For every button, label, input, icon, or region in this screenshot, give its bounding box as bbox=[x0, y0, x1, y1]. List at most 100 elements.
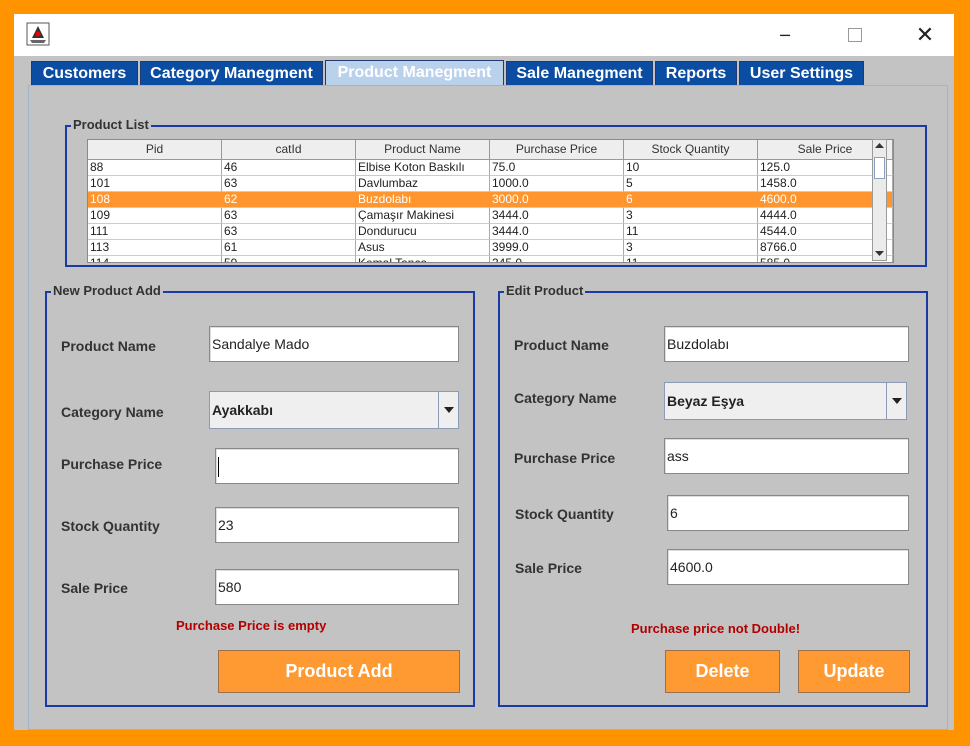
minimize-icon: ─ bbox=[780, 25, 790, 45]
table-row[interactable]: 111 63 Dondurucu 3444.0 11 4544.0 bbox=[88, 224, 893, 240]
chevron-down-icon[interactable] bbox=[438, 392, 458, 428]
edit-stock-quantity-input[interactable]: 6 bbox=[667, 495, 909, 531]
table-header: Pid catId Product Name Purchase Price St… bbox=[88, 140, 893, 160]
product-list-title: Product List bbox=[71, 117, 151, 133]
tab-user-settings[interactable]: User Settings bbox=[739, 61, 864, 85]
cell-pid[interactable]: 114 bbox=[88, 256, 222, 262]
new-product-add-title: New Product Add bbox=[51, 283, 163, 299]
cell-purchase-price[interactable]: 3444.0 bbox=[490, 208, 624, 224]
scroll-down-icon[interactable] bbox=[875, 250, 884, 258]
cell-purchase-price[interactable]: 1000.0 bbox=[490, 176, 624, 192]
cell-pid[interactable]: 111 bbox=[88, 224, 222, 240]
edit-category-select[interactable]: Beyaz Eşya bbox=[664, 382, 907, 420]
cell-product-name[interactable]: Davlumbaz bbox=[356, 176, 490, 192]
column-header-pid[interactable]: Pid bbox=[88, 140, 222, 159]
product-add-button[interactable]: Product Add bbox=[218, 650, 460, 693]
java-duke-icon bbox=[26, 22, 50, 46]
cell-stock-quantity[interactable]: 3 bbox=[624, 240, 758, 256]
title-bar[interactable]: ─ ✕ bbox=[14, 14, 954, 56]
edit-product-name-input[interactable]: Buzdolabı bbox=[664, 326, 909, 362]
edit-purchase-price-input[interactable]: ass bbox=[664, 438, 909, 474]
edit-sale-price-label: Sale Price bbox=[515, 560, 582, 576]
cell-product-name[interactable]: Dondurucu bbox=[356, 224, 490, 240]
cell-catid[interactable]: 63 bbox=[222, 176, 356, 192]
main-content: Customers Category Manegment Product Man… bbox=[14, 56, 954, 730]
chevron-down-icon[interactable] bbox=[886, 383, 906, 419]
cell-product-name[interactable]: Asus bbox=[356, 240, 490, 256]
new-stock-quantity-input[interactable]: 23 bbox=[215, 507, 459, 543]
column-header-purchase-price[interactable]: Purchase Price bbox=[490, 140, 624, 159]
edit-sale-price-input[interactable]: 4600.0 bbox=[667, 549, 909, 585]
cell-catid[interactable]: 46 bbox=[222, 160, 356, 176]
tab-customers[interactable]: Customers bbox=[31, 61, 138, 85]
new-purchase-price-input[interactable] bbox=[215, 448, 459, 484]
table-row[interactable]: 114 59 Kemal Tanca 345.0 11 585.0 bbox=[88, 256, 893, 262]
table-row[interactable]: 88 46 Elbise Koton Baskılı 75.0 10 125.0 bbox=[88, 160, 893, 176]
cell-stock-quantity[interactable]: 5 bbox=[624, 176, 758, 192]
maximize-button[interactable] bbox=[832, 14, 878, 56]
table-row[interactable]: 109 63 Çamaşır Makinesi 3444.0 3 4444.0 bbox=[88, 208, 893, 224]
cell-stock-quantity[interactable]: 10 bbox=[624, 160, 758, 176]
column-header-catid[interactable]: catId bbox=[222, 140, 356, 159]
minimize-button[interactable]: ─ bbox=[762, 14, 808, 56]
maximize-icon bbox=[848, 28, 862, 42]
edit-product-group: Edit Product Product Name Buzdolabı Cate… bbox=[498, 283, 928, 707]
cell-product-name[interactable]: Çamaşır Makinesi bbox=[356, 208, 490, 224]
cell-stock-quantity[interactable]: 3 bbox=[624, 208, 758, 224]
product-table[interactable]: Pid catId Product Name Purchase Price St… bbox=[87, 139, 894, 263]
new-category-name-label: Category Name bbox=[61, 404, 164, 420]
cell-product-name[interactable]: Buzdolabı bbox=[356, 192, 490, 208]
column-header-stock-quantity[interactable]: Stock Quantity bbox=[624, 140, 758, 159]
cell-pid[interactable]: 109 bbox=[88, 208, 222, 224]
cell-stock-quantity[interactable]: 11 bbox=[624, 256, 758, 262]
cell-product-name[interactable]: Kemal Tanca bbox=[356, 256, 490, 262]
column-header-product-name[interactable]: Product Name bbox=[356, 140, 490, 159]
new-product-error-message: Purchase Price is empty bbox=[176, 618, 327, 633]
cell-stock-quantity[interactable]: 6 bbox=[624, 192, 758, 208]
new-purchase-price-label: Purchase Price bbox=[61, 456, 163, 472]
cell-pid[interactable]: 101 bbox=[88, 176, 222, 192]
cell-purchase-price[interactable]: 345.0 bbox=[490, 256, 624, 262]
edit-product-error-message: Purchase price not Double! bbox=[631, 621, 801, 636]
scrollbar-thumb[interactable] bbox=[874, 157, 885, 179]
update-button[interactable]: Update bbox=[798, 650, 910, 693]
edit-purchase-price-label: Purchase Price bbox=[514, 450, 616, 466]
new-sale-price-input[interactable]: 580 bbox=[215, 569, 459, 605]
cell-catid[interactable]: 63 bbox=[222, 224, 356, 240]
cell-pid[interactable]: 113 bbox=[88, 240, 222, 256]
delete-button[interactable]: Delete bbox=[665, 650, 780, 693]
cell-stock-quantity[interactable]: 11 bbox=[624, 224, 758, 240]
scroll-up-icon[interactable] bbox=[875, 142, 884, 150]
close-button[interactable]: ✕ bbox=[902, 14, 948, 56]
text-cursor bbox=[218, 457, 219, 478]
tab-reports[interactable]: Reports bbox=[655, 61, 737, 85]
new-product-name-input[interactable]: Sandalye Mado bbox=[209, 326, 459, 362]
new-sale-price-label: Sale Price bbox=[61, 580, 128, 596]
new-product-add-group: New Product Add Product Name Sandalye Ma… bbox=[45, 283, 475, 707]
cell-catid[interactable]: 62 bbox=[222, 192, 356, 208]
edit-product-name-label: Product Name bbox=[514, 337, 609, 353]
new-category-select[interactable]: Ayakkabı bbox=[209, 391, 459, 429]
tab-category-manegment[interactable]: Category Manegment bbox=[140, 61, 323, 85]
product-list-group: Product List Pid catId Product Name Purc… bbox=[65, 117, 927, 267]
cell-purchase-price[interactable]: 3444.0 bbox=[490, 224, 624, 240]
cell-catid[interactable]: 59 bbox=[222, 256, 356, 262]
cell-purchase-price[interactable]: 75.0 bbox=[490, 160, 624, 176]
cell-purchase-price[interactable]: 3000.0 bbox=[490, 192, 624, 208]
tab-product-manegment[interactable]: Product Manegment bbox=[325, 60, 504, 86]
table-row[interactable]: 108 62 Buzdolabı 3000.0 6 4600.0 bbox=[88, 192, 893, 208]
table-scrollbar[interactable] bbox=[872, 139, 887, 261]
new-stock-quantity-label: Stock Quantity bbox=[61, 518, 160, 534]
cell-pid[interactable]: 108 bbox=[88, 192, 222, 208]
tab-sale-manegment[interactable]: Sale Manegment bbox=[506, 61, 653, 85]
table-row[interactable]: 101 63 Davlumbaz 1000.0 5 1458.0 bbox=[88, 176, 893, 192]
edit-product-title: Edit Product bbox=[504, 283, 586, 299]
new-category-selected-value: Ayakkabı bbox=[212, 402, 273, 418]
cell-purchase-price[interactable]: 3999.0 bbox=[490, 240, 624, 256]
table-row[interactable]: 113 61 Asus 3999.0 3 8766.0 bbox=[88, 240, 893, 256]
cell-pid[interactable]: 88 bbox=[88, 160, 222, 176]
application-window: ─ ✕ Customers Category Manegment Product… bbox=[14, 14, 954, 730]
cell-catid[interactable]: 63 bbox=[222, 208, 356, 224]
cell-catid[interactable]: 61 bbox=[222, 240, 356, 256]
cell-product-name[interactable]: Elbise Koton Baskılı bbox=[356, 160, 490, 176]
